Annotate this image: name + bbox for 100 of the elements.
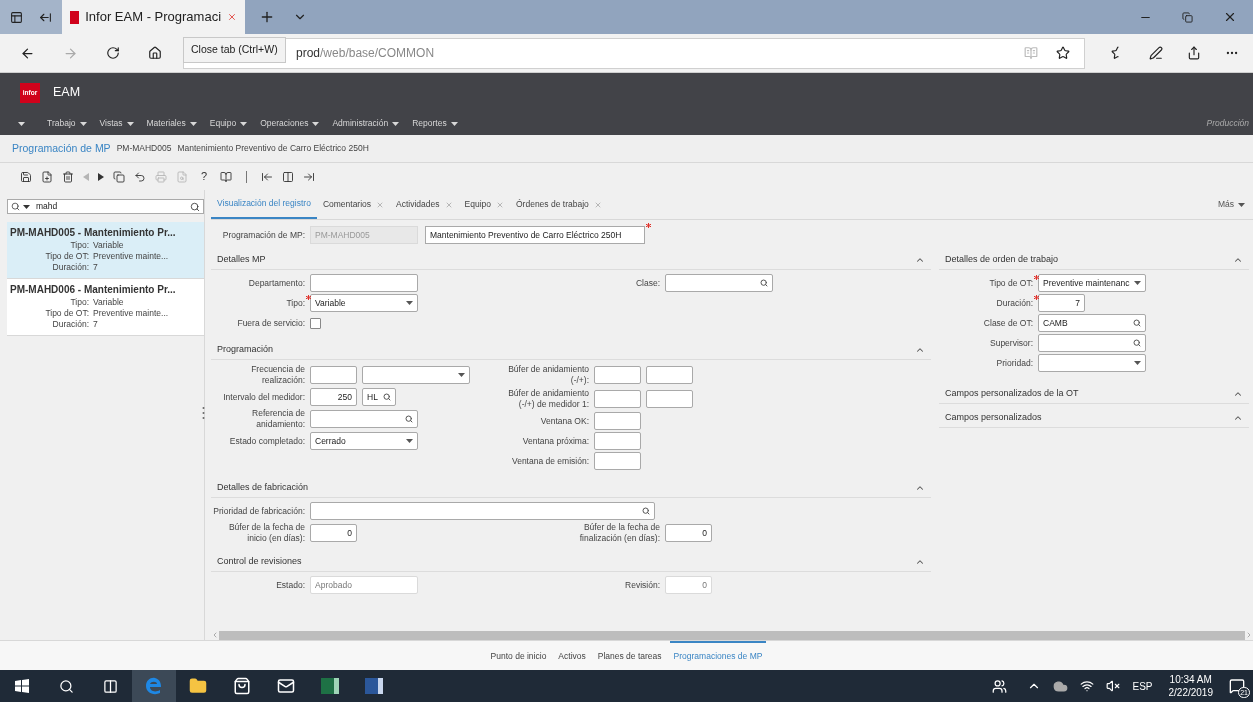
browser-e-icon[interactable] (145, 677, 163, 695)
language-indicator[interactable]: ESP (1132, 678, 1153, 694)
browser-tab[interactable]: Infor EAM - Programaci (62, 0, 245, 34)
search-icon[interactable] (190, 201, 200, 212)
tab[interactable]: Comentarios (316, 190, 391, 219)
search-icon[interactable] (1133, 319, 1141, 327)
back-icon[interactable] (20, 45, 35, 61)
input-field[interactable] (646, 366, 693, 384)
caret-icon (312, 121, 320, 126)
wifi-icon[interactable] (1080, 679, 1095, 693)
search-field[interactable]: mahd (7, 199, 204, 214)
dropdown[interactable]: Variable (310, 294, 418, 312)
section-header[interactable]: Campos personalizados de la OT (939, 384, 1249, 404)
lookup-field[interactable] (1038, 334, 1146, 352)
windows-logo-icon[interactable] (15, 679, 29, 693)
menu-item[interactable]: Vistas (99, 117, 134, 130)
store-bag-icon[interactable] (233, 677, 251, 695)
refresh-icon[interactable] (106, 46, 120, 60)
section-header[interactable]: Detalles de fabricación (211, 478, 931, 498)
restore-icon[interactable] (1182, 11, 1193, 23)
resize-handle-icon[interactable] (202, 406, 205, 420)
volume-muted-icon[interactable] (1106, 679, 1121, 693)
menu-item[interactable]: Administración (332, 117, 400, 130)
task-view-icon[interactable] (102, 678, 118, 694)
people-icon[interactable] (992, 678, 1008, 694)
nav-link[interactable]: Activos (554, 641, 590, 670)
input-field[interactable]: 0 (310, 524, 357, 542)
section-header[interactable]: Detalles de orden de trabajo (939, 250, 1249, 270)
lookup-field[interactable] (310, 502, 655, 520)
input-field[interactable] (310, 274, 418, 292)
result-item[interactable]: PM-MAHD005 - Mantenimiento Pr... Tipo: Variable Tipo de OT: Preventive mainte... Duración: 7 (7, 222, 204, 279)
input-field[interactable] (594, 390, 641, 408)
input-field[interactable]: 7 (1038, 294, 1085, 312)
menu-item[interactable]: Equipo (209, 117, 248, 130)
search-icon[interactable] (1133, 339, 1141, 347)
lookup-field[interactable] (310, 410, 418, 428)
right-triangle-icon[interactable] (98, 172, 104, 181)
lookup-field[interactable]: HL (362, 388, 396, 406)
field-label: Frecuencia de realización: (250, 364, 305, 386)
more-button[interactable]: Más (1217, 190, 1245, 219)
input-field[interactable]: Mantenimiento Preventivo de Carro Eléctrico 250H (425, 226, 645, 244)
expand-right-icon[interactable] (303, 170, 315, 183)
star-icon[interactable] (1056, 46, 1070, 60)
pen-icon[interactable] (1149, 46, 1163, 60)
search-icon[interactable] (405, 415, 413, 423)
input-field[interactable] (646, 390, 693, 408)
checkbox[interactable] (310, 317, 321, 329)
caret-icon (126, 121, 134, 126)
trash-icon[interactable] (62, 170, 74, 183)
horizontal-scrollbar[interactable] (219, 630, 1245, 640)
cloud-icon[interactable] (1053, 678, 1069, 694)
search-icon[interactable] (760, 279, 768, 287)
search-icon[interactable] (383, 393, 391, 401)
tab[interactable]: Visualización del registro (211, 190, 317, 219)
plus-icon[interactable] (259, 9, 275, 25)
dropdown[interactable]: Cerrado (310, 432, 418, 450)
set-aside-icon[interactable] (39, 10, 52, 24)
clock[interactable]: 10:34 AM 2/22/2019 (1168, 673, 1213, 699)
input-field[interactable]: 0 (665, 524, 712, 542)
input-field[interactable] (594, 366, 641, 384)
save-icon[interactable] (20, 170, 32, 183)
menu-item[interactable]: Trabajo (47, 117, 87, 130)
document-app-icon[interactable] (365, 678, 383, 694)
share-icon[interactable] (1187, 46, 1201, 60)
undo-icon[interactable] (134, 170, 146, 183)
book-icon[interactable] (220, 170, 232, 183)
menu-item[interactable]: Reportes (412, 117, 458, 130)
new-document-icon[interactable] (41, 170, 53, 183)
tab[interactable]: Órdenes de trabajo (510, 190, 608, 219)
mail-icon[interactable] (277, 677, 295, 695)
close-icon[interactable] (1223, 10, 1237, 24)
tabs-icon[interactable] (10, 10, 23, 24)
help-button[interactable]: ? (197, 168, 211, 185)
dropdown[interactable]: Preventive maintenanc (1038, 274, 1146, 292)
input-field[interactable] (594, 432, 641, 450)
lookup-field[interactable]: CAMB (1038, 314, 1146, 332)
search-icon[interactable] (642, 507, 650, 515)
menu-item[interactable]: Operaciones (260, 117, 320, 130)
menu-item[interactable]: Materiales (146, 117, 197, 130)
input-field[interactable] (310, 366, 357, 384)
nav-link[interactable]: Punto de inicio (486, 641, 551, 670)
nav-link[interactable]: Planes de tareas (593, 641, 666, 670)
search-icon[interactable] (58, 678, 74, 694)
copy-icon[interactable] (113, 170, 125, 183)
lookup-field[interactable] (665, 274, 773, 292)
tab[interactable]: Equipo (458, 190, 510, 219)
section-header[interactable]: Detalles MP (211, 250, 931, 270)
input-field[interactable] (594, 452, 641, 470)
columns-icon[interactable] (282, 170, 294, 183)
result-item[interactable]: PM-MAHD006 - Mantenimiento Pr... Tipo: Variable Tipo de OT: Preventive mainte... Duración: 7 (7, 279, 204, 336)
input-field[interactable] (594, 412, 641, 430)
section-header[interactable]: Campos personalizados (939, 408, 1249, 428)
folder-icon[interactable] (189, 677, 207, 695)
section-header[interactable]: Programación (211, 340, 931, 360)
home-icon[interactable] (148, 46, 162, 60)
tab[interactable]: Actividades (390, 190, 459, 219)
section-header[interactable]: Control de revisiones (211, 552, 931, 572)
collapse-left-icon[interactable] (261, 170, 273, 183)
spreadsheet-app-icon[interactable] (321, 678, 339, 694)
input-field[interactable]: 250 (310, 388, 357, 406)
